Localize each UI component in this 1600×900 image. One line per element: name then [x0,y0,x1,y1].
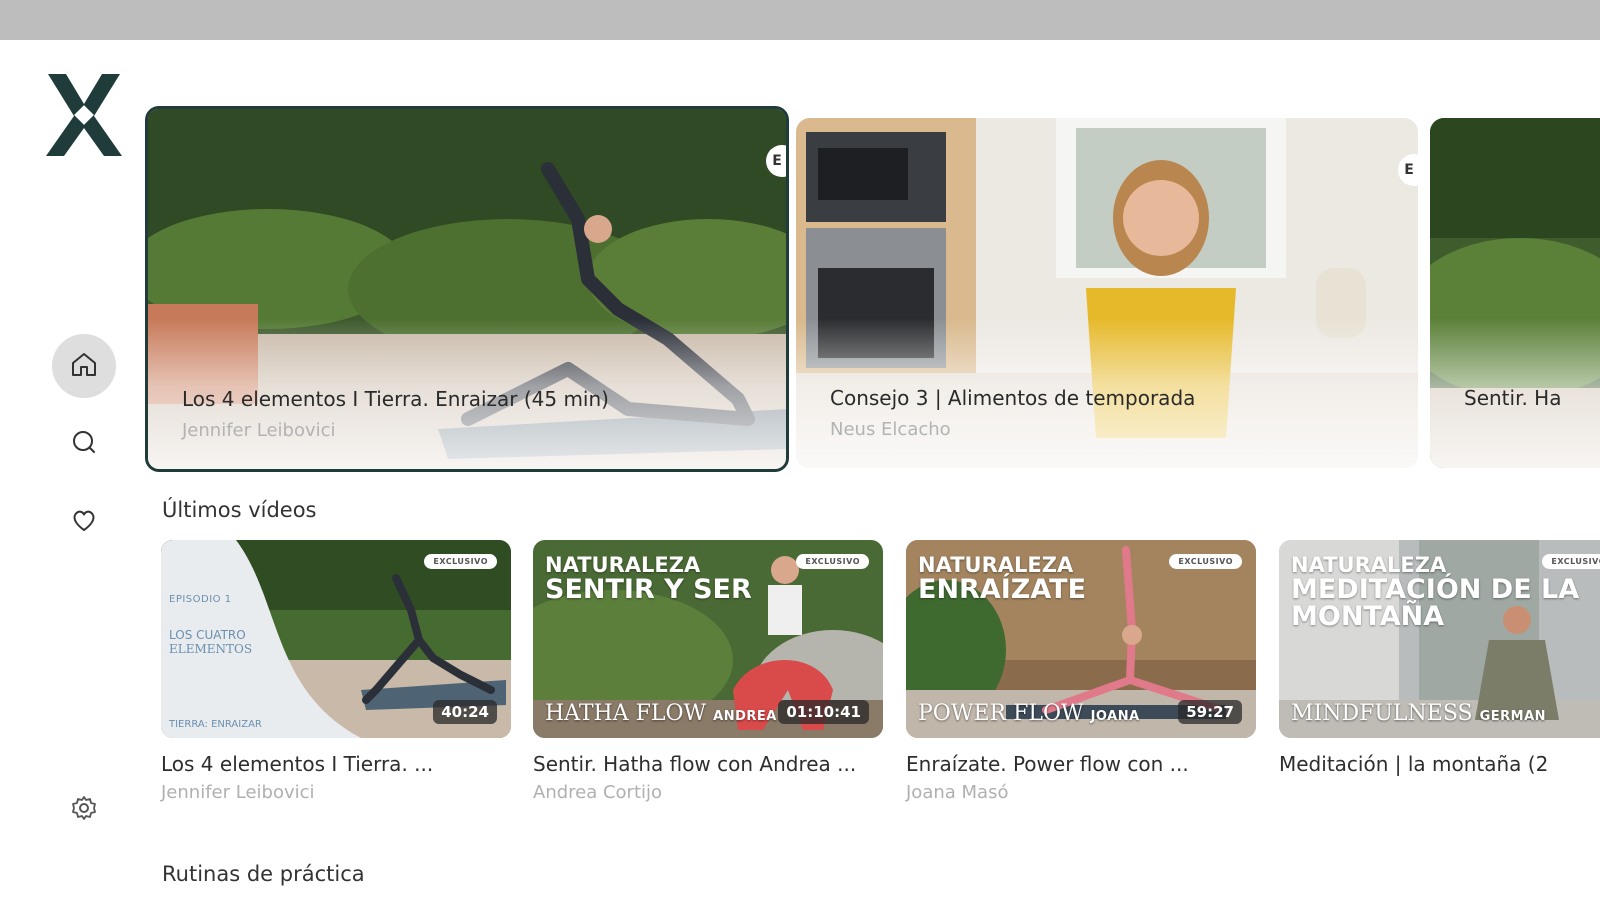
video-author: Jennifer Leibovici [161,782,315,803]
thumbnail-overlay-footer: TIERRA: ENRAIZAR [169,719,262,730]
thumbnail-overlay-line-1: LOS CUATRO [169,628,246,642]
hero-subtitle: Neus Elcacho [830,419,951,440]
thumbnail-style: POWER FLOW JOANA [918,701,1140,726]
video-author: Joana Masó [906,782,1009,803]
video-card[interactable]: EPISODIO 1 LOS CUATRO ELEMENTOS TIERRA: … [161,540,511,803]
video-card[interactable]: NATURALEZA MEDITACIÓN DE LA MONTAÑA MIND… [1279,540,1600,776]
exclusive-badge: EXCLUSIVO [1542,554,1600,569]
video-thumbnail: NATURALEZA SENTIR Y SER HATHA FLOW ANDRE… [533,540,883,738]
gear-icon [70,794,98,826]
section-title-routines: Rutinas de práctica [162,862,365,886]
nav-favorites-button[interactable] [52,490,116,554]
video-title: Sentir. Hatha flow con Andrea ... [533,752,857,776]
hero-title: Sentir. Ha [1464,386,1562,410]
thumbnail-teacher: JOANA [1090,709,1140,724]
hero-card-3[interactable]: Sentir. Ha [1430,118,1600,468]
duration-badge: 01:10:41 [778,700,869,724]
video-card[interactable]: NATURALEZA SENTIR Y SER HATHA FLOW ANDRE… [533,540,883,803]
exclusive-badge: EXCLUSIVO [796,554,869,569]
thumbnail-episode-label: EPISODIO 1 [169,594,232,605]
hero-subtitle: Jennifer Leibovici [182,420,336,441]
thumbnail-headline: SENTIR Y SER [545,574,752,605]
thumbnail-overlay-line-2: ELEMENTOS [169,642,253,656]
video-thumbnail: NATURALEZA MEDITACIÓN DE LA MONTAÑA MIND… [1279,540,1600,738]
thumbnail-category: NATURALEZA ENRAÍZATE [918,554,1086,603]
hero-title: Los 4 elementos I Tierra. Enraizar (45 m… [182,387,609,411]
thumbnail-headline: MEDITACIÓN DE LA MONTAÑA [1291,574,1580,632]
video-thumbnail: NATURALEZA ENRAÍZATE POWER FLOW JOANA EX… [906,540,1256,738]
nav-home-button[interactable] [52,334,116,398]
nav-search-button[interactable] [52,412,116,476]
duration-badge: 40:24 [433,700,497,724]
heart-icon [70,506,98,538]
thumbnail-headline: ENRAÍZATE [918,574,1087,605]
thumbnail-style: HATHA FLOW ANDREA [545,701,777,726]
thumbnail-teacher: GERMAN [1479,709,1547,724]
search-icon [70,428,98,460]
nav-settings-button[interactable] [52,778,116,842]
hero-title: Consejo 3 | Alimentos de temporada [830,386,1196,410]
hero-card-2[interactable]: E Consejo 3 | Alimentos de temporada Neu… [796,118,1418,468]
video-title: Los 4 elementos I Tierra. ... [161,752,434,776]
section-title-latest: Últimos vídeos [162,498,317,522]
window-top-bar [0,0,1600,40]
video-author: Andrea Cortijo [533,782,663,803]
thumbnail-category: NATURALEZA SENTIR Y SER [545,554,752,603]
app-root: E Los 4 elementos I Tierra. Enraizar (45… [0,40,1600,900]
hero-card-1[interactable]: E Los 4 elementos I Tierra. Enraizar (45… [145,106,789,472]
video-title: Enraízate. Power flow con ... [906,752,1189,776]
thumbnail-style-label: MINDFULNESS [1291,701,1473,726]
exclusive-badge: EXCLUSIVO [424,554,497,569]
video-card[interactable]: NATURALEZA ENRAÍZATE POWER FLOW JOANA EX… [906,540,1256,803]
video-title: Meditación | la montaña (2 [1279,752,1549,776]
thumbnail-style: MINDFULNESS GERMAN [1291,701,1546,726]
thumbnail-teacher: ANDREA [713,709,777,724]
home-icon [69,349,99,383]
thumbnail-overlay-title: LOS CUATRO ELEMENTOS [169,628,252,656]
thumbnail-style-label: POWER FLOW [918,701,1084,726]
thumbnail-style-label: HATHA FLOW [545,701,707,726]
video-thumbnail: EPISODIO 1 LOS CUATRO ELEMENTOS TIERRA: … [161,540,511,738]
brand-x-logo-icon [44,70,124,160]
exclusive-badge: EXCLUSIVO [1169,554,1242,569]
duration-badge: 59:27 [1178,700,1242,724]
